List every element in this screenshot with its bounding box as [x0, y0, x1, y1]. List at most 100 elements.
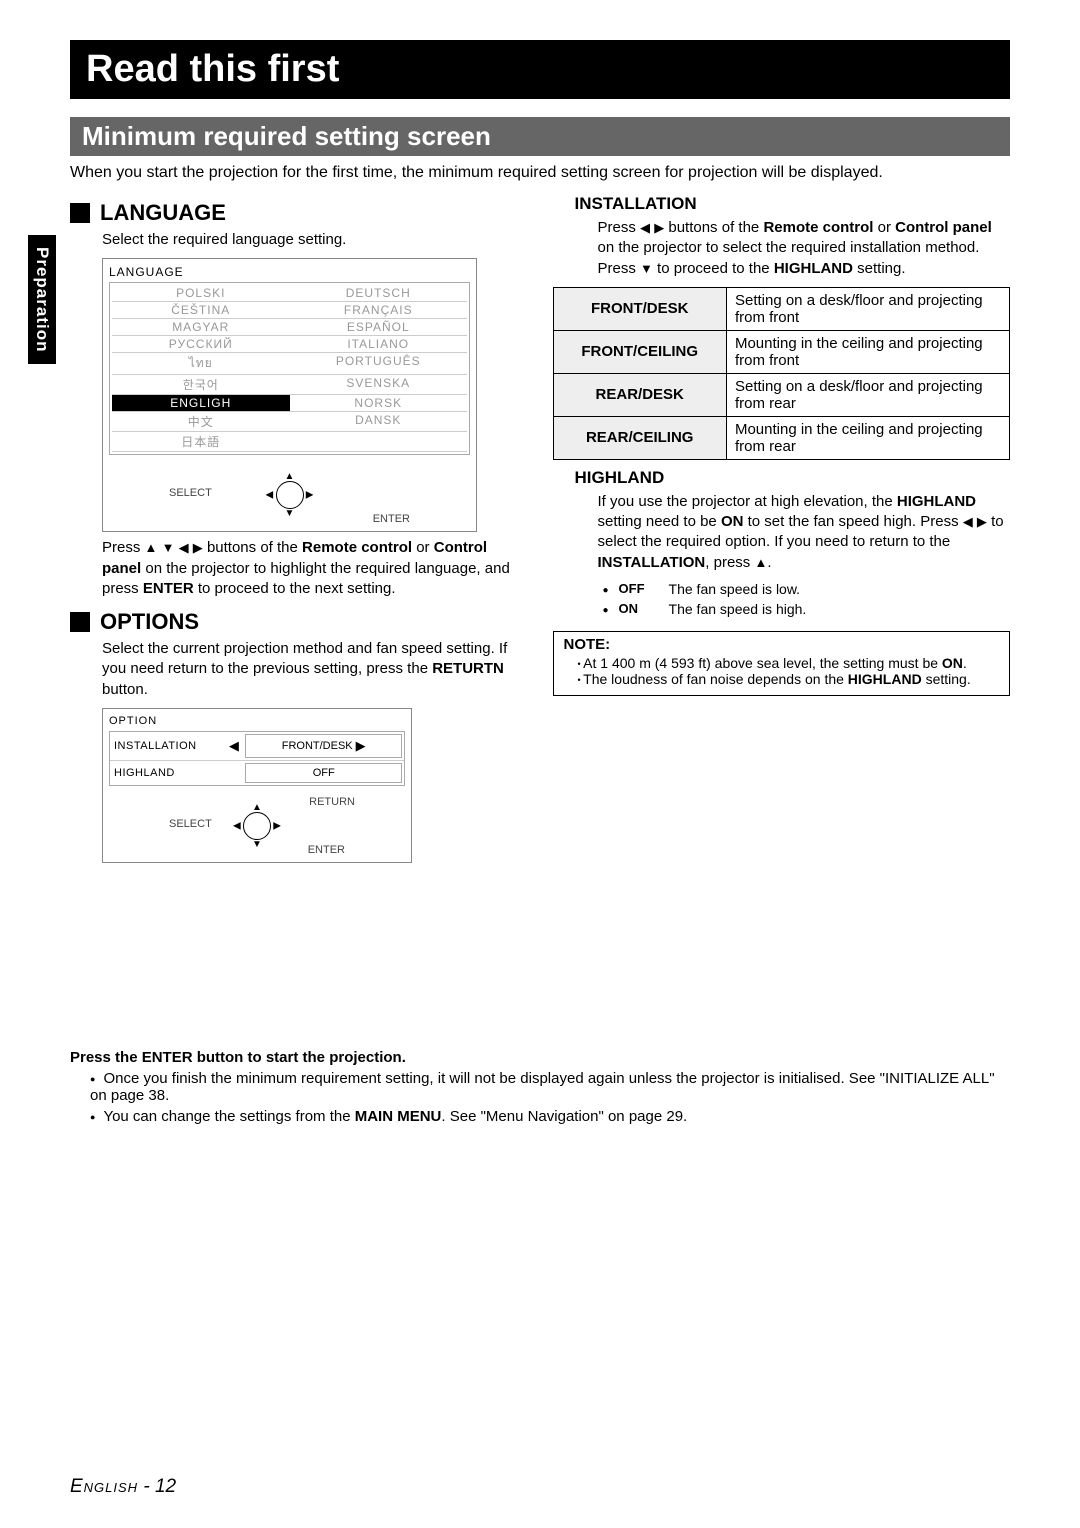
option-menu-title: OPTION: [109, 715, 405, 727]
options-heading: OPTIONS: [70, 609, 528, 635]
language-option: ESPAÑOL: [290, 319, 468, 336]
installation-heading-text: INSTALLATION: [575, 194, 697, 214]
arrow-up-icon: ▲: [145, 540, 158, 555]
opt-desc: The fan speed is high.: [669, 601, 1010, 621]
t: to proceed to the next setting.: [194, 580, 396, 597]
enter-label: ENTER: [373, 513, 410, 525]
t: HIGHLAND: [897, 493, 976, 510]
highland-options: ● OFF The fan speed is low.● ON The fan spee…: [603, 581, 1011, 621]
language-menu-title: LANGUAGE: [109, 265, 470, 279]
dpad-icon: ▲▼ ◀▶: [235, 804, 279, 848]
language-option: ENGLIGH: [112, 395, 290, 412]
page-number: 12: [155, 1476, 176, 1497]
opt-key: ON: [619, 601, 659, 621]
footer-block: Press the ENTER button to start the proj…: [70, 1049, 1010, 1125]
language-option: [290, 432, 468, 452]
note-box: NOTE: At 1 400 m (4 593 ft) above sea le…: [553, 631, 1011, 696]
arrow-down-icon: ▼: [162, 540, 175, 555]
language-option: 한국어: [112, 375, 290, 395]
side-tab-preparation: Preparation: [28, 235, 56, 364]
arrow-up-icon: ▲: [754, 555, 767, 570]
table-row: FRONT/DESKSetting on a desk/floor and pr…: [553, 287, 1010, 330]
footer-item: You can change the settings from the MAI…: [90, 1108, 1010, 1125]
installation-heading: INSTALLATION: [575, 194, 1011, 214]
return-label: RETURN: [309, 796, 355, 808]
language-caption: Select the required language setting.: [102, 230, 528, 250]
section-heading: Minimum required setting screen: [70, 117, 1010, 156]
t: MAIN MENU: [355, 1108, 442, 1125]
t: , press: [705, 554, 754, 571]
note-item: The loudness of fan noise depends on the…: [578, 671, 1000, 687]
dpad-icon: ▲▼ ◀▶: [268, 473, 312, 517]
t: INSTALLATION: [114, 740, 197, 752]
t: If you use the projector at high elevati…: [598, 493, 897, 510]
t: buttons of the: [203, 539, 302, 556]
language-option: DEUTSCH: [290, 285, 468, 302]
opt-key: OFF: [619, 581, 659, 601]
t: ENTER: [143, 580, 194, 597]
options-heading-text: OPTIONS: [100, 609, 199, 635]
table-key: REAR/CEILING: [553, 416, 726, 459]
note-item: At 1 400 m (4 593 ft) above sea level, t…: [578, 655, 1000, 671]
language-option: 日本語: [112, 432, 290, 452]
language-option: SVENSKA: [290, 375, 468, 395]
t: The loudness of fan noise depends on the: [583, 671, 848, 687]
language-option: 中文: [112, 412, 290, 432]
select-label: SELECT: [169, 487, 212, 499]
arrow-down-icon: ▼: [640, 261, 653, 276]
page-language: English: [70, 1476, 138, 1497]
t: Press: [598, 219, 641, 236]
installation-instructions: Press ◀ ▶ buttons of the Remote control …: [598, 218, 1011, 279]
t: .: [767, 554, 771, 571]
table-val: Setting on a desk/floor and projecting f…: [726, 373, 1009, 416]
t: to proceed to the: [653, 260, 774, 277]
table-key: REAR/DESK: [553, 373, 726, 416]
bullet-icon: ●: [603, 601, 609, 621]
t: to set the fan speed high. Press: [743, 513, 962, 530]
language-option: ไทย: [112, 353, 290, 375]
t: HIGHLAND: [848, 671, 922, 687]
right-column: INSTALLATION Press ◀ ▶ buttons of the Re…: [553, 190, 1011, 869]
table-row: REAR/DESKSetting on a desk/floor and pro…: [553, 373, 1010, 416]
t: FRONT/DESK: [282, 740, 353, 752]
table-val: Mounting in the ceiling and projecting f…: [726, 330, 1009, 373]
list-item: ● ON The fan speed is high.: [603, 601, 1011, 621]
language-option: ČEŠTINA: [112, 302, 290, 319]
t: . See "Menu Navigation" on page 29.: [441, 1108, 687, 1125]
t: INSTALLATION: [598, 554, 706, 571]
language-option: MAGYAR: [112, 319, 290, 336]
language-option: POLSKI: [112, 285, 290, 302]
language-option: PORTUGUÊS: [290, 353, 468, 375]
language-heading-text: LANGUAGE: [100, 200, 226, 226]
select-label: SELECT: [169, 818, 212, 830]
left-column: LANGUAGE Select the required language se…: [70, 190, 528, 869]
highland-body: If you use the projector at high elevati…: [598, 492, 1011, 573]
bullet-box-icon: [70, 612, 90, 632]
t: You can change the settings from the: [103, 1108, 354, 1125]
t: button.: [102, 681, 148, 698]
t: ON: [721, 513, 744, 530]
footer-item: Once you finish the minimum requirement …: [90, 1070, 1010, 1104]
opt-desc: The fan speed is low.: [669, 581, 1010, 601]
t: or: [412, 539, 434, 556]
t: HIGHLAND: [114, 767, 175, 779]
arrow-left-icon: ◀: [640, 220, 650, 235]
list-item: ●OFFThe fan speed is low.: [603, 581, 1011, 601]
arrow-right-icon: ▶: [356, 738, 366, 754]
note-title: NOTE:: [564, 636, 1000, 653]
t: Control panel: [895, 219, 992, 236]
language-instructions: Press ▲ ▼ ◀ ▶ buttons of the Remote cont…: [102, 538, 528, 599]
language-option: FRANÇAIS: [290, 302, 468, 319]
footer-heading: Press the ENTER button to start the proj…: [70, 1049, 1010, 1066]
language-option: ITALIANO: [290, 336, 468, 353]
language-option: NORSK: [290, 395, 468, 412]
arrow-left-icon: ◀: [963, 514, 973, 529]
t: Remote control: [763, 219, 873, 236]
highland-heading: HIGHLAND: [575, 468, 1011, 488]
language-option: РУССКИЙ: [112, 336, 290, 353]
t: Once you finish the minimum requirement …: [90, 1070, 995, 1104]
table-val: Setting on a desk/floor and projecting f…: [726, 287, 1009, 330]
t: .: [963, 655, 967, 671]
page-title-bar: Read this first: [70, 40, 1010, 99]
table-key: FRONT/CEILING: [553, 330, 726, 373]
